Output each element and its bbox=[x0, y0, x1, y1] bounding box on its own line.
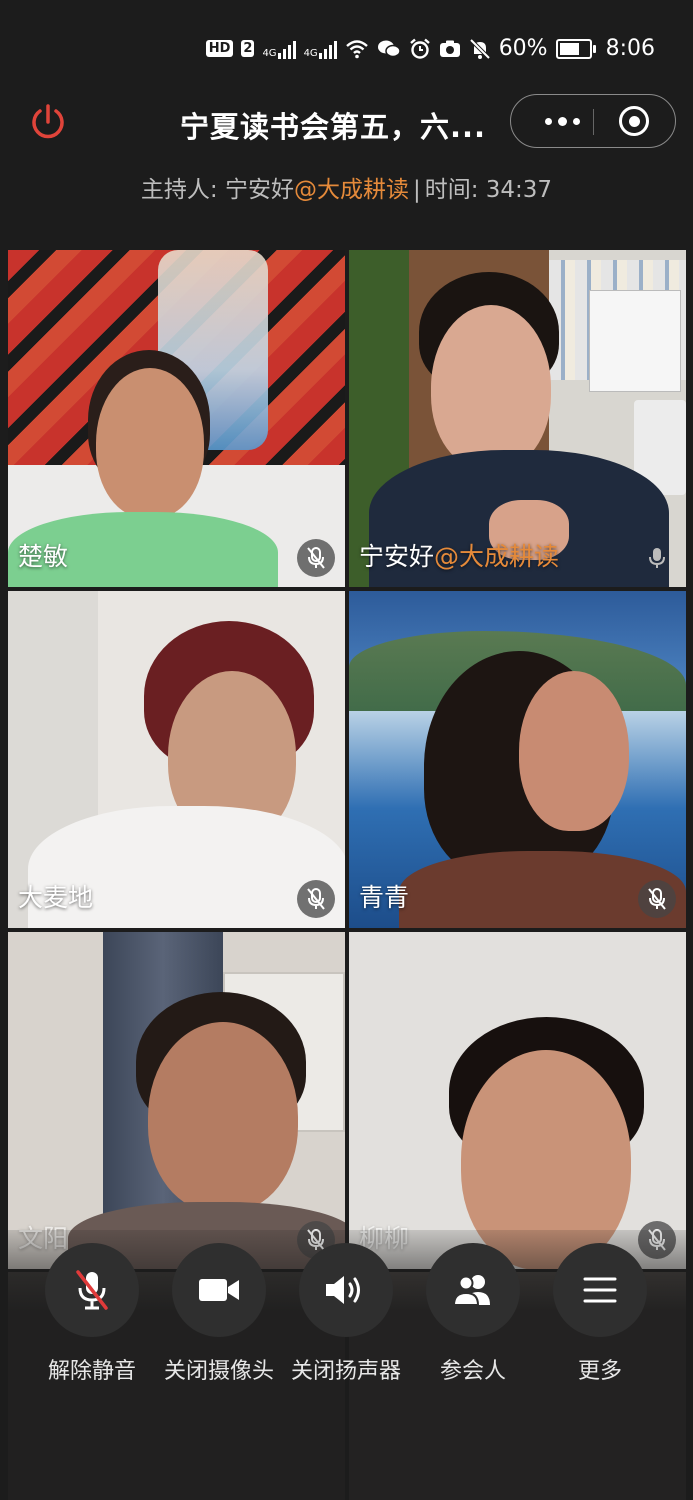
host-name: 宁安好 bbox=[224, 177, 294, 203]
camera-status-icon bbox=[439, 40, 460, 57]
title-bar: 宁夏读书会第五，六... bbox=[0, 92, 693, 156]
camera-icon bbox=[199, 1279, 239, 1301]
speaker-icon bbox=[326, 1276, 360, 1304]
wifi-icon bbox=[345, 39, 368, 58]
mic-off-icon bbox=[648, 888, 666, 910]
mic-off-icon bbox=[307, 547, 325, 569]
status-bar: HD 2 4G 4G 60% 8:06 bbox=[0, 30, 693, 74]
elapsed-time: 34:37 bbox=[485, 177, 553, 203]
camera-off-label: 关闭摄像头 bbox=[163, 1359, 274, 1384]
alarm-icon bbox=[409, 38, 430, 59]
target-icon bbox=[619, 106, 649, 136]
speaker-off-button-circle[interactable] bbox=[299, 1243, 393, 1337]
mic-off-icon bbox=[307, 888, 325, 910]
dot-icon bbox=[557, 116, 567, 126]
more-label: 更多 bbox=[577, 1359, 622, 1384]
wechat-icon bbox=[377, 40, 401, 57]
participants-button-circle[interactable] bbox=[426, 1243, 520, 1337]
battery-icon bbox=[555, 38, 596, 59]
participant-video-tile[interactable]: 宁安好@大成耕读 bbox=[349, 250, 686, 587]
signal-icon: 4G bbox=[262, 39, 296, 59]
dot-icon bbox=[544, 117, 552, 125]
mic-muted-indicator bbox=[297, 880, 335, 918]
more-button[interactable]: 更多 bbox=[540, 1243, 660, 1385]
mic-muted-indicator bbox=[297, 539, 335, 577]
signal-icon-2: 4G bbox=[304, 39, 337, 59]
host-label: 主持人: bbox=[140, 177, 225, 203]
time-label: 时间: bbox=[424, 177, 486, 203]
speaker-off-button[interactable]: 关闭扬声器 bbox=[286, 1243, 406, 1385]
clock: 8:06 bbox=[605, 36, 655, 61]
camera-off-button-circle[interactable] bbox=[172, 1243, 266, 1337]
menu-icon bbox=[583, 1277, 617, 1303]
mic-off-icon bbox=[76, 1270, 108, 1310]
unmute-label: 解除静音 bbox=[47, 1359, 136, 1384]
participant-video-tile[interactable]: 青青 bbox=[349, 591, 686, 928]
participant-video-tile[interactable]: 大麦地 bbox=[8, 591, 345, 928]
speaker-off-label: 关闭扬声器 bbox=[290, 1359, 401, 1384]
more-button-circle[interactable] bbox=[553, 1243, 647, 1337]
hd-sub-badge: 2 bbox=[241, 40, 255, 57]
mic-muted-indicator bbox=[638, 880, 676, 918]
mic-icon bbox=[649, 548, 665, 568]
mini-program-capsule bbox=[510, 94, 676, 148]
participants-icon bbox=[452, 1275, 490, 1306]
capsule-divider bbox=[593, 109, 594, 135]
power-icon bbox=[32, 104, 64, 139]
camera-off-button[interactable]: 关闭摄像头 bbox=[159, 1243, 279, 1385]
participant-name: 楚敏 bbox=[18, 542, 69, 571]
hd-badge: HD bbox=[205, 40, 234, 57]
participant-name: 青青 bbox=[359, 883, 410, 912]
battery-percent: 60% bbox=[498, 36, 548, 61]
close-program-button[interactable] bbox=[607, 101, 661, 141]
dot-icon bbox=[572, 117, 580, 125]
page-title: 宁夏读书会第五，六... bbox=[180, 110, 487, 144]
mic-on-indicator bbox=[638, 539, 676, 577]
mute-bell-icon bbox=[469, 38, 491, 59]
participant-video-tile[interactable]: 文阳 bbox=[8, 932, 345, 1269]
more-options-button[interactable] bbox=[531, 95, 593, 147]
separator: | bbox=[412, 177, 421, 203]
unmute-button[interactable]: 解除静音 bbox=[32, 1243, 152, 1385]
host-org: @大成耕读 bbox=[293, 177, 409, 203]
host-info: 主持人: 宁安好@大成耕读 | 时间: 34:37 bbox=[0, 170, 693, 204]
unmute-button-circle[interactable] bbox=[45, 1243, 139, 1337]
participant-video-tile[interactable]: 柳柳 bbox=[349, 932, 686, 1269]
participants-label: 参会人 bbox=[439, 1359, 506, 1384]
participant-name: 宁安好@大成耕读 bbox=[359, 542, 560, 571]
participants-button[interactable]: 参会人 bbox=[413, 1243, 533, 1385]
participant-video-tile[interactable]: 楚敏 bbox=[8, 250, 345, 587]
participant-name: 大麦地 bbox=[18, 883, 94, 912]
end-meeting-button[interactable] bbox=[28, 102, 68, 142]
